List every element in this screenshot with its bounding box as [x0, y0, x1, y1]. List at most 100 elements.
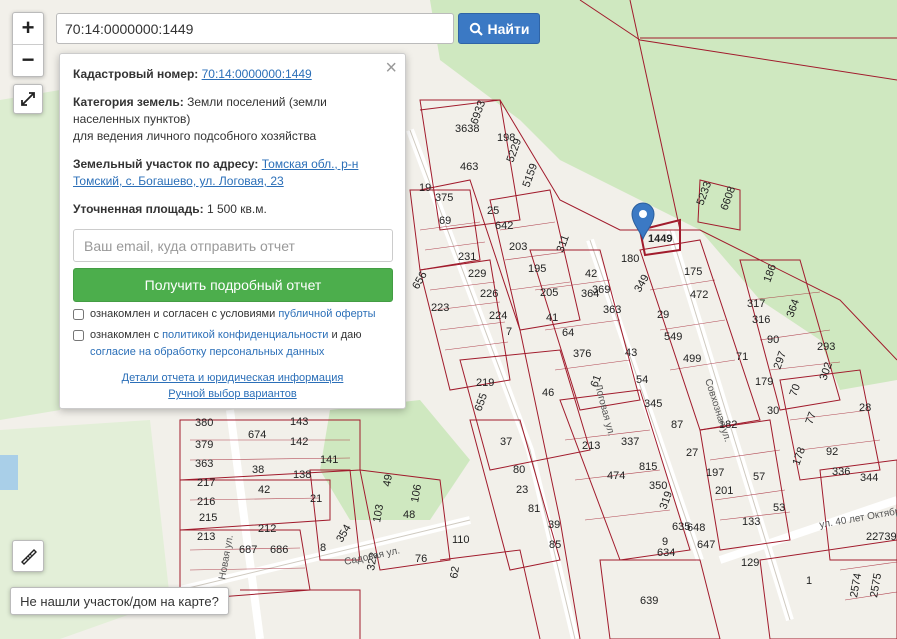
parcel-number-label: 363: [603, 304, 621, 316]
parcel-number-label: 1: [806, 575, 812, 587]
parcel-number-label: 9: [662, 536, 668, 548]
parcel-number-label: 302: [818, 361, 836, 382]
parcel-number-label: 138: [293, 469, 311, 481]
parcel-number-label: 6933: [469, 99, 489, 126]
parcel-number-label: 175: [684, 266, 702, 278]
parcel-number-label: 655: [473, 392, 491, 413]
not-found-button[interactable]: Не нашли участок/дом на карте?: [10, 587, 229, 615]
parcel-number-label: 815: [639, 461, 657, 473]
privacy-policy-link[interactable]: политикой конфиденциальности: [162, 329, 328, 341]
parcel-number-label: 90: [767, 334, 779, 346]
parcel-number-label: 647: [697, 539, 715, 551]
report-details-link[interactable]: Детали отчета и юридическая информация: [122, 372, 344, 384]
zoom-out-button[interactable]: −: [13, 44, 43, 76]
privacy-text-a: ознакомлен с: [90, 329, 160, 341]
parcel-number-label: 41: [546, 312, 558, 324]
street-label: ул. 40 лет Октября: [818, 504, 897, 531]
parcel-number-label: 19: [419, 182, 431, 194]
parcel-number-label: 472: [690, 289, 708, 301]
find-button[interactable]: Найти: [458, 13, 540, 44]
parcel-number-label: 21: [310, 493, 322, 505]
get-report-button[interactable]: Получить подробный отчет: [73, 268, 393, 302]
parcel-number-label: 77: [804, 410, 819, 426]
privacy-checkbox[interactable]: [73, 330, 84, 341]
fullscreen-button[interactable]: [13, 84, 43, 114]
parcel-number-label: 205: [540, 287, 558, 299]
data-processing-link[interactable]: согласие на обработку персональных данны…: [90, 346, 324, 358]
parcel-number-label: 375: [435, 192, 453, 204]
parcel-number-label: 180: [621, 253, 639, 265]
parcel-number-label: 142: [290, 436, 308, 448]
close-icon[interactable]: ×: [385, 57, 397, 80]
parcel-number-label: 42: [585, 268, 597, 280]
parcel-number-label: 178: [791, 446, 809, 467]
parcel-number-label: 81: [528, 503, 540, 515]
parcel-number-label: 70: [788, 382, 803, 398]
parcel-number-label: 38: [252, 464, 264, 476]
parcel-info-panel: × Кадастровый номер: 70:14:0000000:1449 …: [59, 53, 406, 409]
cadastral-search-input[interactable]: [56, 13, 454, 44]
zoom-control: + −: [12, 12, 44, 77]
parcel-number-label: 85: [549, 539, 561, 551]
offer-consent: ознакомлен и согласен с условиями публич…: [73, 306, 392, 323]
offer-checkbox[interactable]: [73, 309, 84, 320]
parcel-number-label: 23: [516, 484, 528, 496]
parcel-number-label: 103: [371, 503, 386, 523]
zoom-in-button[interactable]: +: [13, 13, 43, 44]
address-label: Земельный участок по адресу:: [73, 157, 259, 171]
parcel-number-label: 474: [607, 470, 625, 482]
parcel-number-label: 499: [683, 353, 701, 365]
parcel-number-label: 54: [636, 374, 648, 386]
parcel-number-label: 336: [832, 466, 850, 478]
parcel-number-label: 635: [672, 521, 690, 533]
ruler-icon: [21, 549, 37, 565]
parcel-number-label: 642: [495, 220, 513, 232]
manual-selection-link[interactable]: Ручной выбор вариантов: [168, 388, 296, 400]
parcel-number-label: 25: [487, 205, 499, 217]
parcel-number-label: 231: [458, 251, 476, 263]
parcel-number-label: 317: [747, 298, 765, 310]
parcel-number-label: 28: [859, 402, 871, 414]
parcel-number-label: 212: [258, 523, 276, 535]
expand-icon: [21, 92, 35, 106]
cadastral-label: Кадастровый номер:: [73, 67, 199, 81]
parcel-number-label: 30: [767, 405, 779, 417]
parcel-number-label: 62: [448, 565, 462, 579]
parcel-number-label: 141: [320, 454, 338, 466]
parcel-number-label: 80: [513, 464, 525, 476]
parcel-number-label: 686: [270, 544, 288, 556]
area-label: Уточненная площадь:: [73, 202, 204, 216]
parcel-number-label: 217: [197, 477, 215, 489]
email-input[interactable]: [73, 229, 393, 262]
parcel-number-label: 316: [752, 314, 770, 326]
parcel-number-label: 39: [548, 519, 560, 531]
public-offer-link[interactable]: публичной оферты: [278, 308, 375, 320]
parcel-number-label: 216: [197, 496, 215, 508]
forest-area: [320, 400, 470, 520]
parcel-number-label: 27: [686, 447, 698, 459]
parcel-number-label: 8: [320, 542, 326, 554]
parcel-number-label: 92: [826, 446, 838, 458]
parcel-number-label: 674: [248, 429, 266, 441]
parcel-number-label: 46: [542, 387, 554, 399]
parcel-number-label: 345: [644, 398, 662, 410]
parcel-number-label: 656: [410, 270, 430, 292]
parcel-number-label: 639: [640, 595, 658, 607]
parcel-number-label: 549: [664, 331, 682, 343]
street-label: Логовая ул.: [592, 383, 616, 437]
selected-parcel-label: 1449: [648, 233, 672, 245]
parcel-number-label: 203: [509, 241, 527, 253]
cadastral-number-link[interactable]: 70:14:0000000:1449: [202, 67, 312, 81]
parcel-number-label: 129: [741, 557, 759, 569]
ruler-button[interactable]: [12, 540, 44, 572]
parcel-number-label: 363: [195, 458, 213, 470]
parcel-number-label: 229: [468, 268, 486, 280]
pond: [0, 455, 18, 490]
parcel-number-label: 215: [199, 512, 217, 524]
privacy-consent: ознакомлен с политикой конфиденциальност…: [73, 327, 392, 361]
parcel-number-label: 76: [415, 553, 427, 565]
parcel-number-label: 57: [753, 471, 765, 483]
parcel-number-label: 226: [480, 288, 498, 300]
parcel-number-label: 224: [489, 310, 507, 322]
parcel-number-label: 687: [239, 544, 257, 556]
